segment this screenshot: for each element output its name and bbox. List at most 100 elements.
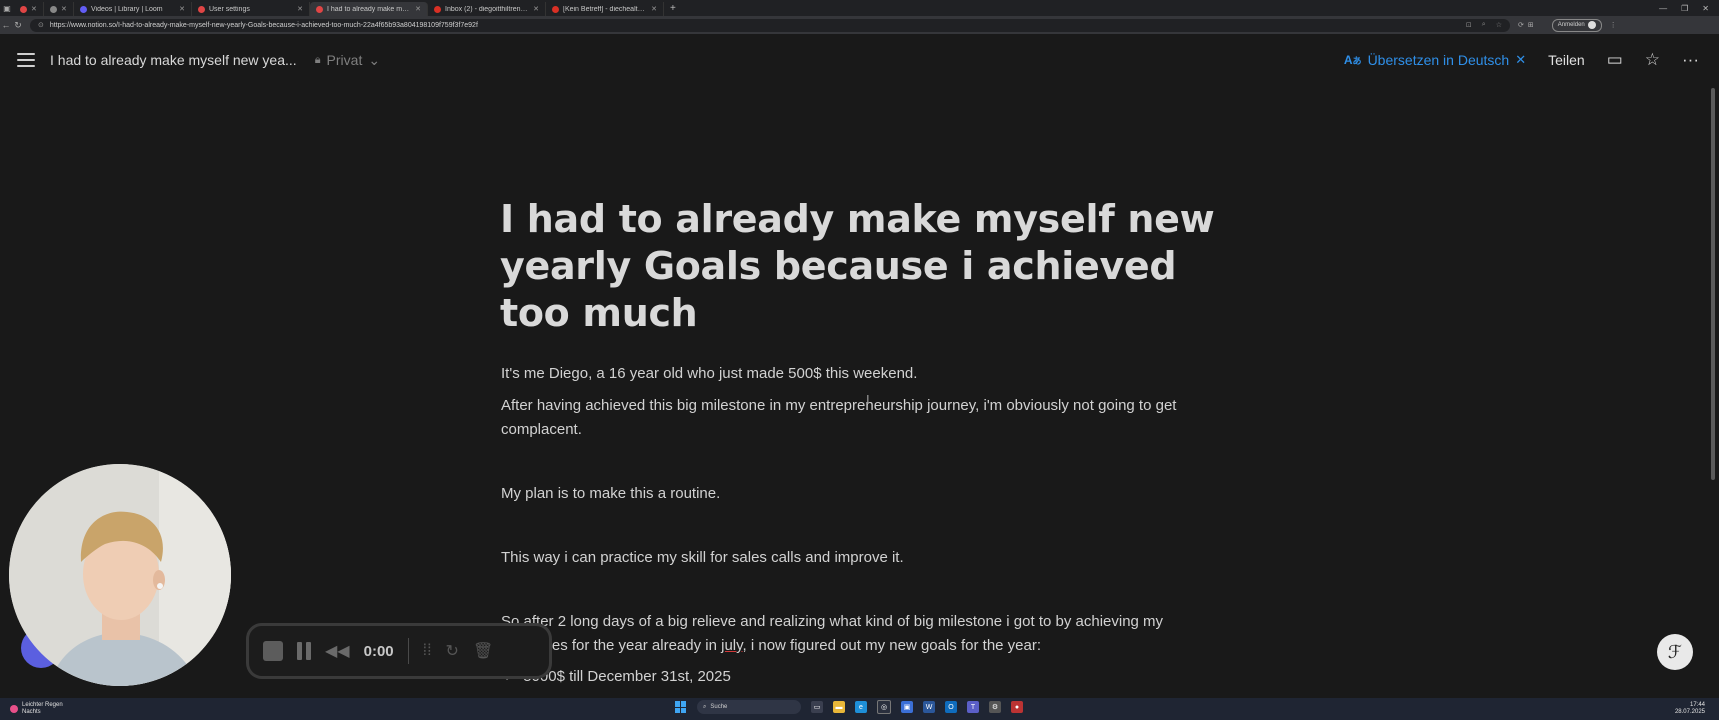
install-icon[interactable]: ⊡ [1466,21,1472,29]
url-text: https://www.notion.so/I-had-to-already-m… [49,21,478,29]
search-label: Suche [710,704,728,710]
grid-icon[interactable]: ⁞⁞ [423,642,432,660]
favorite-star-icon[interactable]: ☆ [1645,50,1660,70]
profile-button[interactable]: Anmelden [1551,18,1602,32]
notion-favicon-icon [316,5,323,13]
topbar-actions: Aあ Übersetzen in Deutsch ✕ Teilen ▭ ☆ ··… [1344,50,1719,70]
text-block[interactable]: This way i can practice my skill for sal… [501,546,1221,570]
sidebar-toggle-icon[interactable] [17,53,35,67]
store-icon[interactable]: ▣ [901,701,913,713]
rewind-icon[interactable]: ◀◀ [325,641,350,661]
login-label: Anmelden [1557,22,1585,28]
notion-ai-button[interactable]: ℱ [1657,634,1693,670]
tab-title: Inbox (2) - diegoitthiltreno@gmai [445,5,529,13]
browser-tabstrip: ▣ ✕ ✕ Videos | Library | Loom ✕ User set… [0,0,1719,16]
trash-icon[interactable]: 🗑︎ [473,641,493,661]
browser-tab-gmail-draft[interactable]: [Kein Betreff] - diechealth@gmail ✕ [546,2,664,16]
page-header: I had to already make myself new yearly … [500,196,1230,337]
minimize-icon[interactable]: — [1659,4,1667,13]
breadcrumb[interactable]: I had to already make myself new yea... [50,52,297,68]
url-field[interactable]: ⊙ https://www.notion.so/I-had-to-already… [30,18,1510,32]
text-line: objectives for the year already in july,… [501,634,1241,658]
back-icon[interactable]: ← [0,20,12,30]
maximize-icon[interactable]: ❐ [1681,4,1688,13]
system-clock[interactable]: 17:44 28.07.2025 [1675,702,1705,716]
weather-icon [10,705,18,713]
text-span: , i now figured out my new goals for the… [742,637,1042,654]
more-options-icon[interactable]: ··· [1682,50,1699,70]
outlook-icon[interactable]: O [945,701,957,713]
taskbar-apps: ⌕ Suche ▭ ▬ e ◎ ▣ W O T ⚙ ● [675,700,1023,714]
browser-tab-settings[interactable]: User settings ✕ [192,2,310,16]
task-view-icon[interactable]: ▭ [811,701,823,713]
window-menu-icon[interactable]: ▣ [0,0,14,16]
extensions-icon[interactable]: ⟳⊞ [1518,21,1538,29]
new-tab-button[interactable]: + [664,3,682,14]
text-block[interactable]: After having achieved this big milestone… [501,394,1221,442]
tab-close-icon[interactable]: ✕ [297,5,303,13]
teams-icon[interactable]: T [967,701,979,713]
browser-menu-icon[interactable]: ⋮ [1610,21,1621,29]
stop-recording-button[interactable] [263,641,283,661]
comments-icon[interactable]: ▭ [1607,50,1623,70]
privacy-label: Privat [326,52,363,68]
tab-close-icon[interactable]: ✕ [651,5,657,13]
bookmark-star-icon[interactable]: ☆ [1496,21,1502,29]
spellcheck-word[interactable]: july [721,637,742,654]
clock-time: 17:44 [1689,702,1705,708]
tab-title: I had to already make mysel [327,5,412,13]
browser-address-bar: ← ↻ ⊙ https://www.notion.so/I-had-to-alr… [0,16,1719,34]
chevron-down-icon: ⌄ [368,51,381,68]
word-icon[interactable]: W [923,701,935,713]
reload-icon[interactable]: ↻ [12,20,24,31]
restart-icon[interactable]: ↻ [446,641,459,661]
clock-date: 28.07.2025 [1674,709,1705,715]
file-explorer-icon[interactable]: ▬ [833,701,845,713]
browser-tab-notion[interactable]: I had to already make mysel ✕ [310,2,428,16]
omnibox-actions: ⊡ ⌕ ☆ [1466,21,1502,29]
webcam-person-image [9,464,231,686]
recording-timer: 0:00 [363,642,394,660]
browser-tab[interactable]: ✕ [44,2,74,16]
windows-start-icon[interactable] [675,701,687,713]
browser-tab-gmail-inbox[interactable]: Inbox (2) - diegoitthiltreno@gmai ✕ [428,2,546,16]
gmail-favicon-icon [434,5,441,13]
edge-icon[interactable]: e [855,701,867,713]
tab-close-icon[interactable]: ✕ [179,5,185,13]
webcam-bubble[interactable] [9,464,231,686]
recording-controls: ◀◀ 0:00 ⁞⁞ ↻ 🗑︎ [246,623,552,679]
text-block[interactable]: It's me Diego, a 16 year old who just ma… [501,362,1221,386]
translate-banner[interactable]: Aあ Übersetzen in Deutsch ✕ [1344,52,1526,68]
share-button[interactable]: Teilen [1548,52,1585,68]
page-title[interactable]: I had to already make myself new yearly … [500,196,1230,337]
settings-gear-icon[interactable]: ⚙ [989,701,1001,713]
pause-recording-button[interactable] [297,642,311,660]
text-block[interactable]: My plan is to make this a routine. [501,482,1221,506]
site-info-icon[interactable]: ⊙ [38,21,44,29]
scrollbar-thumb[interactable] [1711,88,1715,480]
browser-tab[interactable]: ✕ [14,2,44,16]
zoom-icon[interactable]: ⌕ [1482,21,1486,29]
profile-avatar-icon [1587,21,1596,29]
browser-tab-loom[interactable]: Videos | Library | Loom ✕ [74,2,192,16]
weather-widget[interactable]: Leichter Regen Nachts [10,702,63,716]
tab-close-icon[interactable]: ✕ [61,5,67,13]
tab-close-icon[interactable]: ✕ [31,5,37,13]
tab-close-icon[interactable]: ✕ [415,5,421,13]
weather-text: Leichter Regen Nachts [22,702,63,716]
taskbar-search[interactable]: ⌕ Suche [697,700,801,714]
bullet-text: 5000$ till December 31st, 2025 [523,668,731,685]
close-window-icon[interactable]: ✕ [1702,4,1709,13]
chrome-icon[interactable]: ◎ [877,700,891,714]
tab-title: User settings [209,5,250,13]
privacy-selector[interactable]: 🔒︎ Privat ⌄ [315,52,380,69]
window-controls: — ❐ ✕ [1659,4,1719,13]
loom-favicon-icon [80,5,87,13]
recorder-app-icon[interactable]: ● [1011,701,1023,713]
text-block[interactable]: So after 2 long days of a big relieve an… [501,610,1241,658]
tab-close-icon[interactable]: ✕ [533,5,539,13]
lock-icon: 🔒︎ [314,53,321,66]
close-translate-icon[interactable]: ✕ [1515,52,1526,68]
text-line: So after 2 long days of a big relieve an… [501,613,1164,630]
weather-line: Leichter Regen [22,702,63,708]
